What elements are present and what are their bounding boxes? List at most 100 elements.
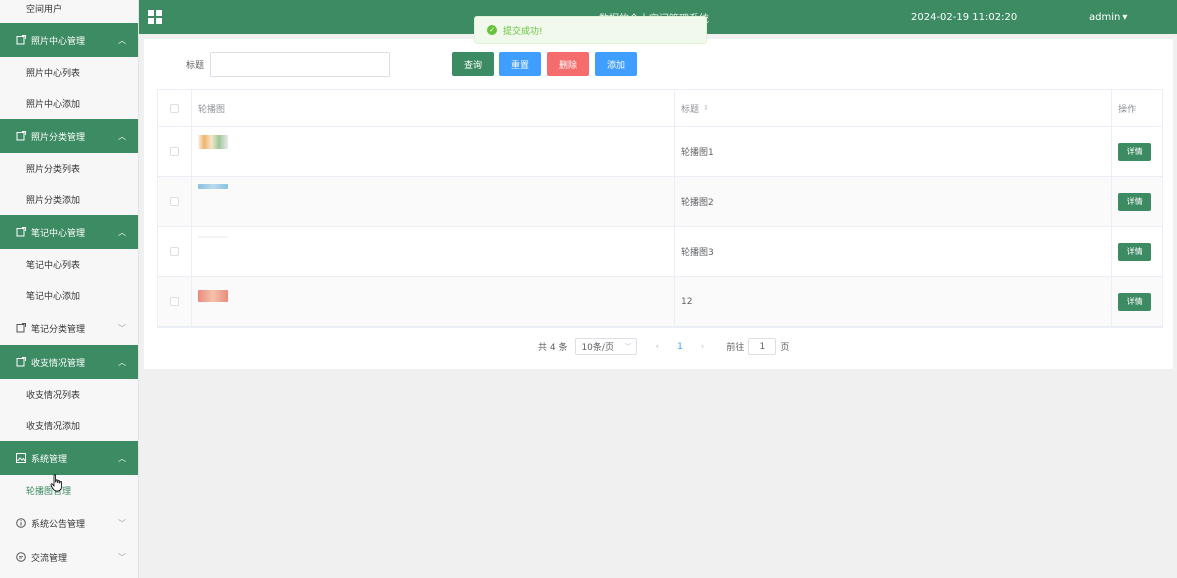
carousel-thumbnail xyxy=(197,134,228,149)
header-title-label: 标题 xyxy=(680,104,699,115)
caret-down-icon: ▾ xyxy=(1122,11,1128,23)
detail-button[interactable]: 详情 xyxy=(1118,192,1152,211)
menu-group-communication[interactable]: 交流管理 ﹀ xyxy=(0,540,138,574)
row-checkbox[interactable] xyxy=(169,197,179,206)
menu-group-income-expense[interactable]: 收支情况管理 ︿ xyxy=(0,345,138,379)
folder-icon xyxy=(16,35,26,45)
chevron-down-icon: ﹀ xyxy=(624,342,632,351)
query-button[interactable]: 查询 xyxy=(452,52,494,76)
row-image-cell xyxy=(192,177,675,226)
menu-group-notes-category[interactable]: 笔记分类管理 ﹀ xyxy=(0,311,138,345)
menu-group-system[interactable]: 系统管理 ︿ xyxy=(0,441,138,475)
select-all-checkbox[interactable] xyxy=(169,103,179,113)
table-row: 12 详情 xyxy=(158,277,1162,327)
row-checkbox-cell xyxy=(158,227,192,276)
success-toast: ✓ 提交成功! xyxy=(474,16,707,44)
search-bar: 标题 xyxy=(186,52,390,77)
chevron-down-icon: ﹀ xyxy=(118,323,126,333)
chevron-up-icon: ︿ xyxy=(118,453,126,463)
row-actions: 详情 xyxy=(1112,227,1162,276)
main-content: 标题 查询 重置 删除 添加 轮播图 标题 ⇕ 操作 轮播图1 详情 轮播图2 … xyxy=(144,39,1173,369)
chevron-up-icon: ︿ xyxy=(118,35,126,45)
image-icon xyxy=(16,453,26,463)
folder-icon xyxy=(16,357,26,367)
table-row: 轮播图3 详情 xyxy=(158,227,1162,277)
row-checkbox[interactable] xyxy=(169,147,179,156)
total-count: 共 4 条 xyxy=(538,343,568,353)
sidebar-item-photo-center-add[interactable]: 照片中心添加 xyxy=(0,88,138,119)
carousel-thumbnail xyxy=(197,289,228,302)
detail-button[interactable]: 详情 xyxy=(1118,292,1152,311)
reset-button[interactable]: 重置 xyxy=(499,52,541,76)
row-title: 12 xyxy=(675,277,1113,326)
folder-icon xyxy=(16,227,26,237)
row-checkbox-cell xyxy=(158,177,192,226)
sidebar-item-carousel[interactable]: 轮播图管理 xyxy=(0,475,138,506)
menu-group-photo-category[interactable]: 照片分类管理 ︿ xyxy=(0,119,138,153)
detail-button[interactable]: 详情 xyxy=(1118,242,1152,261)
sidebar-item-space-users[interactable]: 空间用户 xyxy=(0,0,138,23)
row-actions: 详情 xyxy=(1112,127,1162,176)
check-circle-icon: ✓ xyxy=(487,25,497,35)
sidebar-item-notes-center-add[interactable]: 笔记中心添加 xyxy=(0,280,138,311)
chevron-down-icon: ﹀ xyxy=(118,518,126,528)
folder-icon xyxy=(16,323,26,333)
row-actions: 详情 xyxy=(1112,277,1162,326)
datetime: 2024-02-19 11:02:20 xyxy=(911,11,1018,23)
row-checkbox-cell xyxy=(158,127,192,176)
sidebar-item-income-expense-list[interactable]: 收支情况列表 xyxy=(0,379,138,410)
table-row: 轮播图2 详情 xyxy=(158,177,1162,227)
carousel-thumbnail xyxy=(197,184,228,189)
header-title[interactable]: 标题 ⇕ xyxy=(675,90,1113,126)
toast-message: 提交成功! xyxy=(503,26,543,37)
page-unit: 页 xyxy=(780,343,790,353)
sidebar-item-income-expense-add[interactable]: 收支情况添加 xyxy=(0,410,138,441)
page-size-value: 10条/页 xyxy=(581,343,614,353)
sidebar-item-label: 空间用户 xyxy=(26,5,63,15)
row-image-cell xyxy=(192,227,675,276)
menu-group-photo-center[interactable]: 照片中心管理 ︿ xyxy=(0,23,138,57)
row-image-cell xyxy=(192,277,675,326)
user-menu[interactable]: admin ▾ xyxy=(1089,12,1127,23)
header-image: 轮播图 xyxy=(192,90,675,126)
pagination: 共 4 条 10条/页 ﹀ ‹ 1 › 前往 1 页 xyxy=(538,338,789,355)
sort-icon[interactable]: ⇕ xyxy=(703,104,709,112)
header-actions: 操作 xyxy=(1118,104,1137,115)
chevron-down-icon: ﹀ xyxy=(118,552,126,562)
page-number[interactable]: 1 xyxy=(677,342,683,352)
row-checkbox-cell xyxy=(158,277,192,326)
row-image-cell xyxy=(192,127,675,176)
page-size-select[interactable]: 10条/页 ﹀ xyxy=(575,338,638,355)
sidebar-item-notes-center-list[interactable]: 笔记中心列表 xyxy=(0,249,138,280)
username: admin xyxy=(1089,11,1121,23)
row-title: 轮播图1 xyxy=(675,127,1113,176)
sidebar-item-photo-category-add[interactable]: 照片分类添加 xyxy=(0,184,138,215)
title-search-input[interactable] xyxy=(210,52,390,77)
chat-icon xyxy=(16,552,26,562)
goto-page-input[interactable]: 1 xyxy=(748,338,777,355)
delete-button[interactable]: 删除 xyxy=(547,52,589,76)
carousel-thumbnail xyxy=(197,235,228,238)
sidebar-item-photo-center-list[interactable]: 照片中心列表 xyxy=(0,57,138,88)
add-button[interactable]: 添加 xyxy=(595,52,637,76)
next-page-button[interactable]: › xyxy=(701,342,705,352)
row-checkbox[interactable] xyxy=(169,297,179,306)
search-label: 标题 xyxy=(186,61,205,71)
header-checkbox-cell xyxy=(158,90,192,126)
menu-grid-icon[interactable] xyxy=(148,10,162,24)
sidebar: 空间用户 照片中心管理 ︿ 照片中心列表 照片中心添加 照片分类管理 ︿ 照片分… xyxy=(0,0,139,578)
app: 空间用户 照片中心管理 ︿ 照片中心列表 照片中心添加 照片分类管理 ︿ 照片分… xyxy=(0,0,1177,578)
chevron-up-icon: ︿ xyxy=(118,357,126,367)
row-checkbox[interactable] xyxy=(169,247,179,256)
folder-icon xyxy=(16,131,26,141)
detail-button[interactable]: 详情 xyxy=(1118,142,1152,161)
chevron-up-icon: ︿ xyxy=(118,131,126,141)
carousel-table: 轮播图 标题 ⇕ 操作 轮播图1 详情 轮播图2 详情 轮播图3 详情 12 详… xyxy=(157,89,1163,328)
sidebar-item-photo-category-list[interactable]: 照片分类列表 xyxy=(0,153,138,184)
prev-page-button[interactable]: ‹ xyxy=(655,342,659,352)
chevron-up-icon: ︿ xyxy=(118,227,126,237)
table-row: 轮播图1 详情 xyxy=(158,127,1162,177)
menu-group-notes-center[interactable]: 笔记中心管理 ︿ xyxy=(0,215,138,249)
row-title: 轮播图3 xyxy=(675,227,1113,276)
menu-group-announcement[interactable]: 系统公告管理 ﹀ xyxy=(0,506,138,540)
